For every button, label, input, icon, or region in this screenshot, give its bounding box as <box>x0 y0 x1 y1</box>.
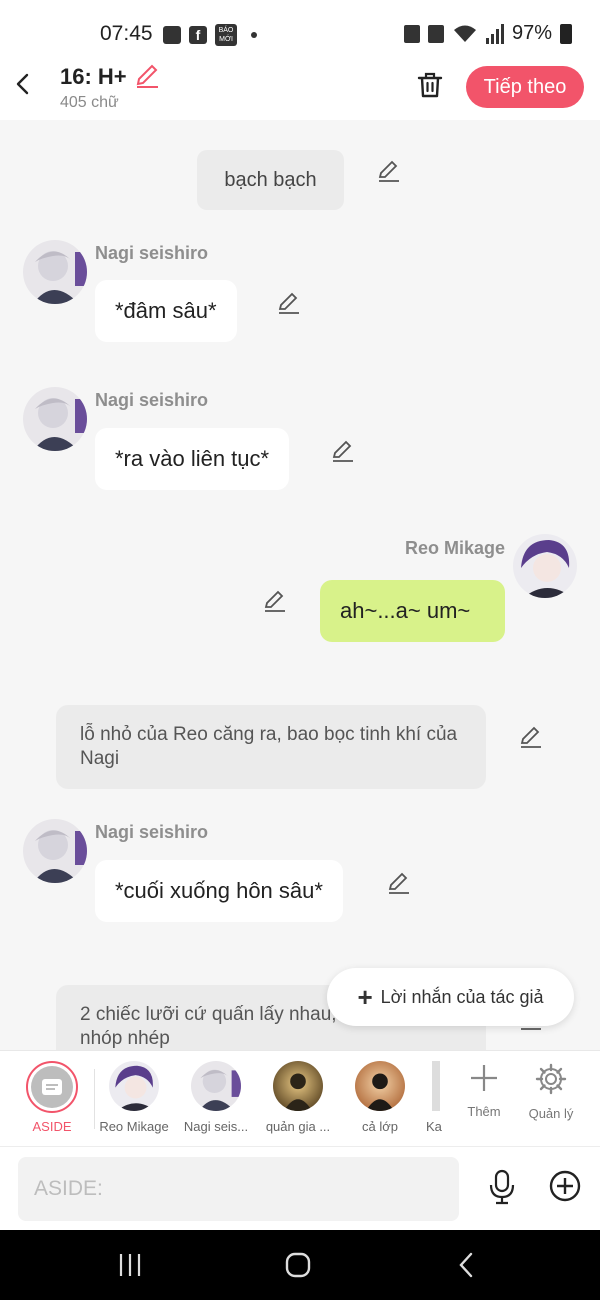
character-butler[interactable]: quản gia ... <box>256 1061 340 1134</box>
sender-name: Nagi seishiro <box>95 390 209 410</box>
facebook-notification-icon: f <box>189 26 207 44</box>
status-bar: 07:45 f BÁO MỚI 97% <box>0 0 600 62</box>
microphone-icon[interactable] <box>486 1169 518 1205</box>
avatar-butler <box>273 1061 323 1111</box>
input-bar <box>0 1146 600 1230</box>
mute-icon <box>427 24 444 43</box>
back-button[interactable] <box>12 72 36 96</box>
back-icon <box>459 1252 473 1278</box>
header: 16: H+ 405 chữ Tiếp theo <box>0 62 600 120</box>
avatar-nagi[interactable] <box>23 819 87 883</box>
message-bubble[interactable]: *đâm sâu* <box>95 280 237 342</box>
battery-saver-icon <box>403 24 420 43</box>
avatar-class <box>355 1061 405 1111</box>
edit-message-icon[interactable] <box>518 724 544 750</box>
avatar-nagi[interactable] <box>23 387 87 451</box>
status-time: 07:45 <box>100 22 153 45</box>
next-button[interactable]: Tiếp theo <box>466 66 584 108</box>
chapter-title: 16: H+ <box>60 64 127 89</box>
chat-area[interactable]: bạch bạch Nagi seishiro *đâm sâu* Nagi s… <box>0 120 600 1050</box>
add-label: Thêm <box>467 1104 501 1119</box>
recent-apps-icon <box>119 1254 141 1276</box>
sender-name: Nagi seishiro <box>95 243 209 263</box>
battery-icon <box>560 23 572 44</box>
character-label: Ka <box>426 1119 442 1134</box>
avatar-reo[interactable] <box>513 534 577 598</box>
character-class[interactable]: cả lớp <box>338 1061 422 1134</box>
battery-percent: 97% <box>511 22 552 44</box>
author-note-button[interactable]: + Lời nhắn của tác giả <box>327 968 574 1026</box>
wifi-icon <box>453 25 476 42</box>
character-label: Reo Mikage <box>99 1119 169 1134</box>
narration-bubble[interactable]: lỗ nhỏ của Reo căng ra, bao bọc tinh khí… <box>56 705 486 789</box>
edit-message-icon[interactable] <box>330 438 356 464</box>
message-input[interactable] <box>18 1157 459 1221</box>
word-count: 405 chữ <box>60 94 119 111</box>
character-bar: ASIDE Reo Mikage Nagi seis... quản gia .… <box>0 1050 600 1146</box>
manage-button[interactable]: Quản lý <box>519 1063 583 1121</box>
edit-title-icon[interactable] <box>133 62 161 90</box>
character-label: Nagi seis... <box>183 1119 249 1134</box>
character-label: quản gia ... <box>265 1119 331 1134</box>
manage-label: Quản lý <box>528 1106 574 1121</box>
home-button[interactable] <box>278 1248 318 1282</box>
news-notification-icon: BÁO MỚI <box>215 24 237 46</box>
narration-bubble[interactable]: bạch bạch <box>197 150 344 210</box>
plus-icon <box>471 1065 497 1091</box>
gallery-notification-icon <box>163 26 181 44</box>
sender-name: Reo Mikage <box>405 538 506 558</box>
edit-message-icon[interactable] <box>262 588 288 614</box>
author-note-label: Lời nhắn của tác giả <box>380 986 544 1007</box>
character-ka[interactable]: Ka <box>420 1061 442 1134</box>
character-label: cả lớp <box>362 1119 398 1134</box>
edit-message-icon[interactable] <box>276 290 302 316</box>
home-icon <box>285 1252 311 1278</box>
message-bubble[interactable]: *ra vào liên tục* <box>95 428 290 490</box>
edit-message-icon[interactable] <box>386 870 412 896</box>
gear-icon <box>535 1063 567 1095</box>
trash-icon[interactable] <box>415 70 445 100</box>
add-circle-icon[interactable] <box>548 1169 582 1203</box>
narration-icon <box>42 1079 62 1095</box>
system-back-button[interactable] <box>446 1248 486 1282</box>
character-reo[interactable]: Reo Mikage <box>92 1061 176 1134</box>
avatar-nagi <box>191 1061 241 1111</box>
message-bubble[interactable]: ah~...a~ um~ <box>320 580 505 642</box>
sender-name: Nagi seishiro <box>95 822 209 842</box>
more-notifications-icon <box>251 32 257 38</box>
character-label: ASIDE <box>32 1119 72 1134</box>
signal-icon <box>485 23 504 44</box>
avatar-reo <box>109 1061 159 1111</box>
recent-apps-button[interactable] <box>110 1248 150 1282</box>
plus-icon: + <box>357 982 373 1012</box>
edit-message-icon[interactable] <box>376 158 402 184</box>
character-aside[interactable]: ASIDE <box>10 1061 94 1134</box>
navigation-bar <box>0 1230 600 1300</box>
message-bubble[interactable]: *cuối xuống hôn sâu* <box>95 860 343 922</box>
avatar-nagi[interactable] <box>23 240 87 304</box>
character-nagi[interactable]: Nagi seis... <box>174 1061 258 1134</box>
add-character-button[interactable]: Thêm <box>452 1063 516 1119</box>
